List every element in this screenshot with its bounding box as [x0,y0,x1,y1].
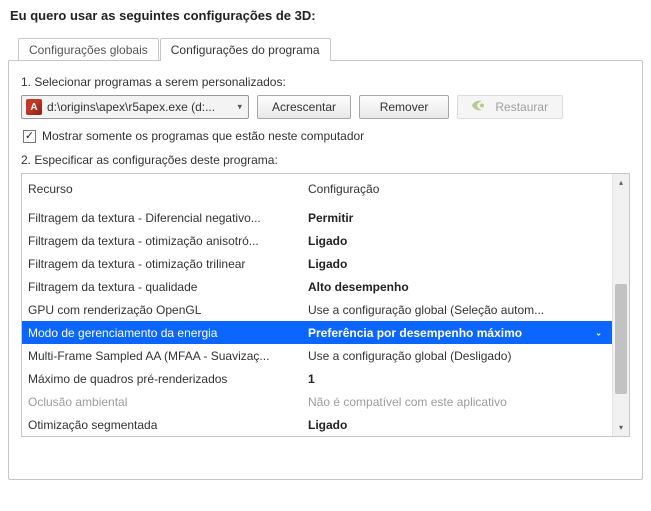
nvidia-icon [472,100,488,111]
table-row[interactable]: Filtragem da textura - Diferencial negat… [22,206,612,229]
table-row[interactable]: Filtragem da textura - qualidadeAlto des… [22,275,612,298]
tab-global[interactable]: Configurações globais [18,38,159,61]
restore-button: Restaurar [457,95,563,119]
row-setting: Não é compatível com este aplicativo [308,395,606,409]
row-setting[interactable]: Preferência por desempenho máximo⌄ [308,326,606,340]
row-feature: Máximo de quadros pré-renderizados [28,372,308,386]
tab-program[interactable]: Configurações do programa [160,38,331,61]
panel-program-settings: 1. Selecionar programas a serem personal… [8,60,643,480]
row-setting: Permitir [308,211,606,225]
page-title: Eu quero usar as seguintes configurações… [10,8,643,23]
table-row[interactable]: Otimização segmentadaLigado [22,413,612,436]
tab-bar: Configurações globais Configurações do p… [18,37,643,60]
row-feature: Multi-Frame Sampled AA (MFAA - Suavizaç.… [28,349,308,363]
row-feature: Otimização segmentada [28,418,308,432]
app-icon: A [26,99,42,115]
step1-label: 1. Selecionar programas a serem personal… [21,75,630,89]
row-setting: Ligado [308,257,606,271]
row-setting: 1 [308,372,606,386]
row-setting: Ligado [308,418,606,432]
show-only-local-checkbox[interactable]: ✓ [23,130,36,143]
show-only-local-label: Mostrar somente os programas que estão n… [42,129,364,143]
row-feature: Filtragem da textura - otimização trilin… [28,257,308,271]
table-row[interactable]: Multi-Frame Sampled AA (MFAA - Suavizaç.… [22,344,612,367]
table-row[interactable]: Filtragem da textura - otimização trilin… [22,252,612,275]
show-only-local-checkbox-row: ✓ Mostrar somente os programas que estão… [23,129,630,143]
table-row[interactable]: Filtragem da textura - otimização anisot… [22,229,612,252]
chevron-down-icon: ⌄ [595,328,602,337]
header-feature: Recurso [28,182,308,196]
table-row[interactable]: GPU com renderização OpenGLUse a configu… [22,298,612,321]
scroll-up-icon[interactable]: ▴ [613,174,629,191]
program-select[interactable]: A d:\origins\apex\r5apex.exe (d:... ▾ [21,95,249,119]
scroll-track[interactable] [613,191,629,419]
row-setting: Alto desempenho [308,280,606,294]
row-setting: Use a configuração global (Desligado) [308,349,606,363]
scroll-thumb[interactable] [615,284,627,393]
step2-label: 2. Especificar as configurações deste pr… [21,153,630,167]
settings-table: Recurso Configuração Filtragem da textur… [21,173,630,437]
row-feature: Modo de gerenciamento da energia [28,326,308,340]
header-setting: Configuração [308,182,606,196]
settings-table-body: Recurso Configuração Filtragem da textur… [22,174,612,436]
row-setting: Use a configuração global (Seleção autom… [308,303,606,317]
row-feature: Filtragem da textura - Diferencial negat… [28,211,308,225]
scrollbar[interactable]: ▴ ▾ [612,174,629,436]
add-button[interactable]: Acrescentar [257,95,351,119]
table-row[interactable]: Máximo de quadros pré-renderizados1 [22,367,612,390]
chevron-down-icon: ▾ [237,102,242,113]
scroll-down-icon[interactable]: ▾ [613,419,629,436]
table-row[interactable]: Modo de gerenciamento da energiaPreferên… [22,321,612,344]
row-feature: Filtragem da textura - otimização anisot… [28,234,308,248]
table-row[interactable]: Oclusão ambientalNão é compatível com es… [22,390,612,413]
remove-button[interactable]: Remover [359,95,449,119]
row-setting: Ligado [308,234,606,248]
row-feature: Filtragem da textura - qualidade [28,280,308,294]
table-header: Recurso Configuração [22,174,612,206]
program-select-row: A d:\origins\apex\r5apex.exe (d:... ▾ Ac… [21,95,630,119]
row-feature: Oclusão ambiental [28,395,308,409]
program-select-text: d:\origins\apex\r5apex.exe (d:... [47,100,215,114]
row-feature: GPU com renderização OpenGL [28,303,308,317]
table-rows: Filtragem da textura - Diferencial negat… [22,206,612,436]
restore-button-label: Restaurar [495,100,548,114]
